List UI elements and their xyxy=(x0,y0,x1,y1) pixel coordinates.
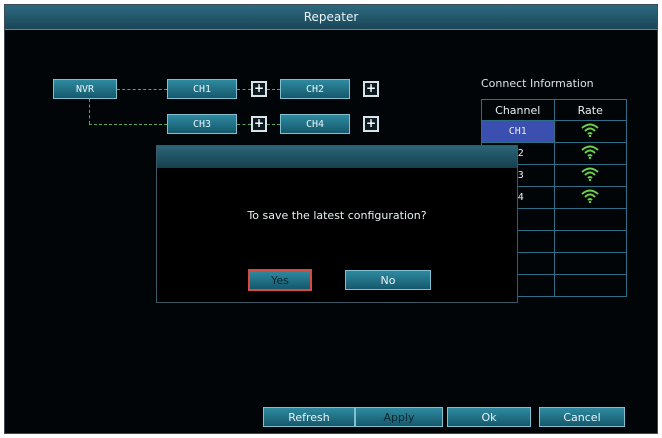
link-line xyxy=(267,89,280,90)
channel-node-ch1[interactable]: CH1 xyxy=(167,79,237,99)
link-line xyxy=(267,124,280,125)
table-row[interactable]: CH1 xyxy=(481,120,627,143)
wifi-signal-icon xyxy=(581,145,599,159)
apply-button[interactable]: Apply xyxy=(355,407,443,427)
link-line xyxy=(89,124,167,125)
link-line xyxy=(237,124,251,125)
rate-cell xyxy=(553,208,627,231)
link-line xyxy=(117,89,167,90)
wifi-signal-icon xyxy=(581,189,599,203)
dialog-titlebar xyxy=(157,146,517,168)
no-button[interactable]: No xyxy=(345,270,431,290)
rate-cell xyxy=(553,164,627,187)
add-icon[interactable]: + xyxy=(251,81,267,97)
column-header-rate: Rate xyxy=(553,99,627,121)
wifi-signal-icon xyxy=(581,167,599,181)
rate-cell xyxy=(553,230,627,253)
add-icon[interactable]: + xyxy=(363,116,379,132)
rate-cell xyxy=(553,186,627,209)
refresh-button[interactable]: Refresh xyxy=(263,407,355,427)
confirm-dialog: To save the latest configuration? Yes No xyxy=(156,145,518,303)
rate-cell xyxy=(553,142,627,165)
channel-node-ch2[interactable]: CH2 xyxy=(280,79,350,99)
column-header-channel: Channel xyxy=(481,99,555,121)
connect-info-title: Connect Information xyxy=(481,77,594,90)
cancel-button[interactable]: Cancel xyxy=(539,407,625,427)
nvr-node[interactable]: NVR xyxy=(53,79,117,99)
channel-node-ch4[interactable]: CH4 xyxy=(280,114,350,134)
add-icon[interactable]: + xyxy=(363,81,379,97)
rate-cell xyxy=(553,120,627,143)
yes-button[interactable]: Yes xyxy=(248,269,312,291)
ok-button[interactable]: Ok xyxy=(447,407,531,427)
link-line xyxy=(89,99,90,124)
wifi-signal-icon xyxy=(581,123,599,137)
channel-cell: CH1 xyxy=(481,120,555,143)
repeater-window: Repeater NVR CH1 + CH2 + CH3 + CH4 + Con… xyxy=(4,4,658,434)
dialog-message: To save the latest configuration? xyxy=(247,209,427,222)
link-line xyxy=(237,89,251,90)
channel-node-ch3[interactable]: CH3 xyxy=(167,114,237,134)
window-title: Repeater xyxy=(5,5,657,30)
add-icon[interactable]: + xyxy=(251,116,267,132)
rate-cell xyxy=(553,274,627,297)
table-header: Channel Rate xyxy=(481,99,627,121)
rate-cell xyxy=(553,252,627,275)
